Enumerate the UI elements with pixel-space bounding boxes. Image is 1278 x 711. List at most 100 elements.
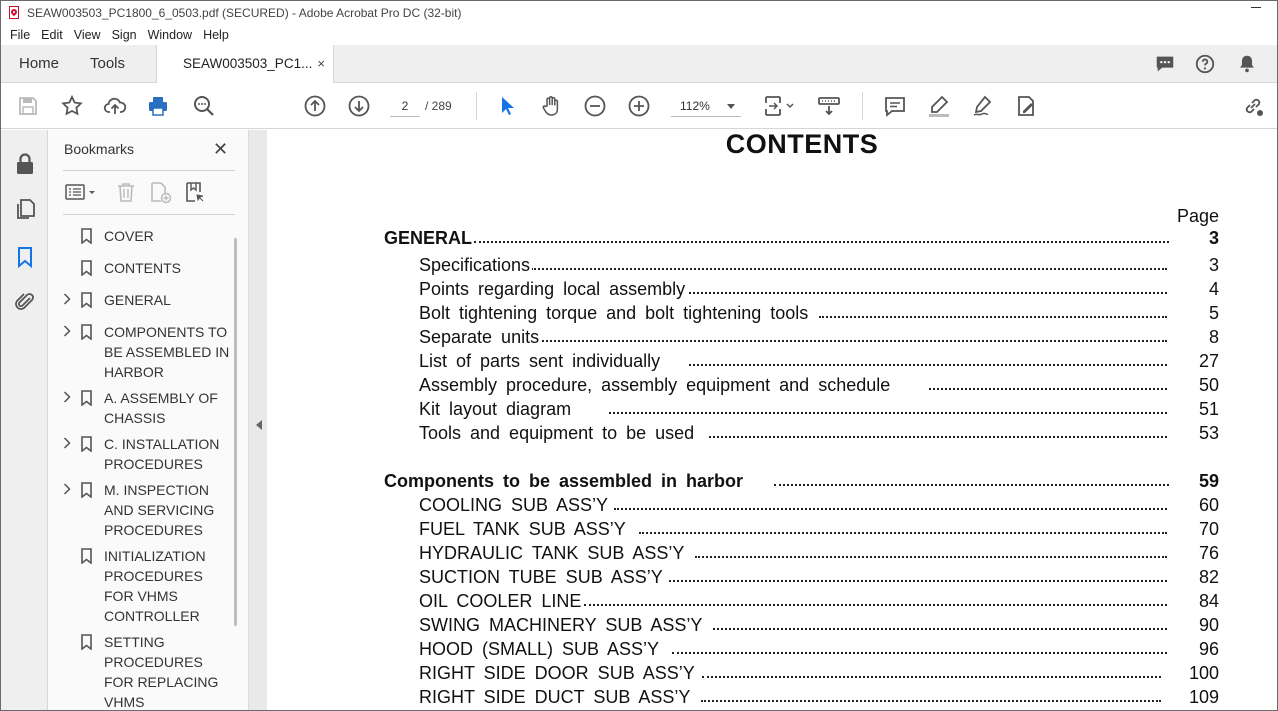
document-view[interactable]: CONTENTS Page GENERAL 3 Specifications 3… bbox=[267, 130, 1277, 710]
toc-entry-title: Separate units bbox=[419, 327, 542, 348]
add-comment-icon[interactable] bbox=[883, 94, 907, 118]
zoom-in-icon[interactable] bbox=[627, 94, 651, 118]
lock-icon[interactable] bbox=[13, 152, 37, 176]
toc-entry-page: 70 bbox=[1198, 519, 1219, 539]
menu-sign[interactable]: Sign bbox=[112, 28, 137, 42]
collapse-panel-arrow-icon[interactable] bbox=[256, 420, 262, 430]
menu-window[interactable]: Window bbox=[148, 28, 192, 42]
toc-entry[interactable]: SUCTION TUBE SUB ASS’Y 82 bbox=[419, 567, 1219, 591]
stamp-tool-icon[interactable] bbox=[1014, 94, 1038, 118]
tab-home[interactable]: Home bbox=[19, 45, 59, 83]
toc-leader-dots bbox=[609, 412, 1167, 414]
delete-bookmark-icon[interactable] bbox=[114, 180, 138, 204]
toc-entry-title: Points regarding local assembly bbox=[419, 279, 688, 300]
next-page-icon[interactable] bbox=[347, 94, 371, 118]
toc-entry[interactable]: Bolt tightening torque and bolt tighteni… bbox=[419, 303, 1219, 327]
notifications-bell-icon[interactable] bbox=[1236, 53, 1258, 75]
toc-entry[interactable]: COOLING SUB ASS’Y 60 bbox=[419, 495, 1219, 519]
tab-document[interactable]: SEAW003503_PC1... × bbox=[156, 45, 334, 84]
toc-entry[interactable]: HYDRAULIC TANK SUB ASS’Y 76 bbox=[419, 543, 1219, 567]
toc-entry-title: Kit layout diagram bbox=[419, 399, 574, 420]
chevron-right-icon[interactable] bbox=[63, 437, 71, 449]
scroll-mode-icon[interactable] bbox=[817, 94, 841, 118]
hand-tool-icon[interactable] bbox=[539, 94, 563, 118]
close-tab-icon[interactable]: × bbox=[317, 45, 325, 83]
fit-page-icon[interactable] bbox=[763, 94, 797, 118]
bookmark-scrollbar[interactable] bbox=[234, 238, 237, 626]
toc-entry-title: SUCTION TUBE SUB ASS’Y bbox=[419, 567, 665, 588]
toc-entry[interactable]: RIGHT SIDE DUCT SUB ASS’Y 109 bbox=[419, 687, 1219, 710]
toc-entry[interactable]: Assembly procedure, assembly equipment a… bbox=[419, 375, 1219, 399]
tab-document-label: SEAW003503_PC1... bbox=[183, 56, 313, 71]
page-thumbnails-icon[interactable] bbox=[13, 197, 37, 221]
toc-entry[interactable]: Specifications 3 bbox=[419, 255, 1219, 279]
toc-entry[interactable]: Points regarding local assembly 4 bbox=[419, 279, 1219, 303]
draw-signature-icon[interactable] bbox=[971, 94, 995, 118]
bookmark-flag-icon bbox=[81, 548, 92, 564]
toc-entry[interactable]: Tools and equipment to be used 53 bbox=[419, 423, 1219, 447]
upload-cloud-icon[interactable] bbox=[103, 94, 127, 118]
chevron-right-icon[interactable] bbox=[63, 391, 71, 403]
chevron-right-icon[interactable] bbox=[63, 293, 71, 305]
tab-tools[interactable]: Tools bbox=[90, 45, 125, 83]
bookmark-label: GENERAL bbox=[104, 292, 171, 308]
toc-entry-page: 53 bbox=[1198, 423, 1219, 443]
toc-entry[interactable]: Separate units 8 bbox=[419, 327, 1219, 351]
chevron-right-icon[interactable] bbox=[63, 325, 71, 337]
toc-leader-dots bbox=[584, 604, 1167, 606]
minimize-button[interactable] bbox=[1251, 7, 1261, 8]
select-cursor-icon[interactable] bbox=[495, 94, 519, 118]
chevron-down-icon bbox=[727, 104, 735, 109]
window-title: SEAW003503_PC1800_6_0503.pdf (SECURED) -… bbox=[27, 6, 462, 20]
print-icon[interactable] bbox=[146, 94, 170, 118]
toc-entry[interactable]: GENERAL 3 bbox=[384, 228, 1219, 252]
page-number-input[interactable]: 2 bbox=[390, 95, 420, 117]
toc-entry-title: OIL COOLER LINE bbox=[419, 591, 584, 612]
zoom-out-icon[interactable] bbox=[583, 94, 607, 118]
bookmark-options-menu-icon[interactable] bbox=[64, 180, 98, 204]
bookmarks-panel-icon[interactable] bbox=[13, 245, 37, 269]
menu-view[interactable]: View bbox=[74, 28, 101, 42]
share-link-icon[interactable] bbox=[1241, 94, 1265, 118]
bookmark-flag-icon bbox=[81, 324, 92, 340]
toc-entry[interactable]: Components to be assembled in harbor 59 bbox=[384, 471, 1219, 495]
attachments-paperclip-icon[interactable] bbox=[13, 290, 37, 314]
toc-entry[interactable]: OIL COOLER LINE 84 bbox=[419, 591, 1219, 615]
zoom-level-value: 112% bbox=[680, 99, 710, 113]
zoom-level-dropdown[interactable]: 112% bbox=[671, 95, 741, 117]
comment-bubble-icon[interactable] bbox=[1154, 53, 1176, 75]
previous-page-icon[interactable] bbox=[303, 94, 327, 118]
toc-entry-page: 5 bbox=[1208, 303, 1219, 323]
menu-file[interactable]: File bbox=[10, 28, 30, 42]
panel-splitter[interactable] bbox=[248, 130, 267, 710]
menu-help[interactable]: Help bbox=[203, 28, 229, 42]
chevron-right-icon[interactable] bbox=[63, 483, 71, 495]
bookmark-star-icon[interactable] bbox=[60, 94, 84, 118]
toc-entry[interactable]: SWING MACHINERY SUB ASS’Y 90 bbox=[419, 615, 1219, 639]
find-bookmark-icon[interactable] bbox=[183, 180, 207, 204]
new-bookmark-icon[interactable] bbox=[148, 180, 172, 204]
menu-edit[interactable]: Edit bbox=[41, 28, 63, 42]
bookmark-label: COVER bbox=[104, 228, 154, 244]
help-icon[interactable] bbox=[1194, 53, 1216, 75]
tab-bar: Home Tools SEAW003503_PC1... × bbox=[1, 45, 1277, 84]
save-icon[interactable] bbox=[16, 94, 40, 118]
left-navigation-rail bbox=[1, 130, 48, 710]
acrobat-window: SEAW003503_PC1800_6_0503.pdf (SECURED) -… bbox=[0, 0, 1278, 711]
toc-entry-title: Bolt tightening torque and bolt tighteni… bbox=[419, 303, 811, 324]
toc-entry-title: RIGHT SIDE DOOR SUB ASS’Y bbox=[419, 663, 697, 684]
toc-leader-dots bbox=[702, 676, 1161, 678]
bookmark-label: M. INSPECTION AND SERVICING PROCEDURES bbox=[104, 482, 215, 538]
toc-entry[interactable]: RIGHT SIDE DOOR SUB ASS’Y 100 bbox=[419, 663, 1219, 687]
toc-entry[interactable]: FUEL TANK SUB ASS’Y 70 bbox=[419, 519, 1219, 543]
search-zoom-icon[interactable] bbox=[192, 94, 216, 118]
toc-entry[interactable]: Kit layout diagram 51 bbox=[419, 399, 1219, 423]
highlight-pen-icon[interactable] bbox=[927, 94, 951, 118]
close-panel-icon[interactable]: ✕ bbox=[213, 139, 228, 160]
toc-entry[interactable]: List of parts sent individually 27 bbox=[419, 351, 1219, 375]
bookmark-label: A. ASSEMBLY OF CHASSIS bbox=[104, 390, 218, 426]
toc-entry[interactable]: HOOD (SMALL) SUB ASS’Y 96 bbox=[419, 639, 1219, 663]
toolbar-divider bbox=[862, 92, 863, 120]
bookmarks-panel-title: Bookmarks bbox=[64, 141, 135, 157]
toc-entry-title: FUEL TANK SUB ASS’Y bbox=[419, 519, 628, 540]
